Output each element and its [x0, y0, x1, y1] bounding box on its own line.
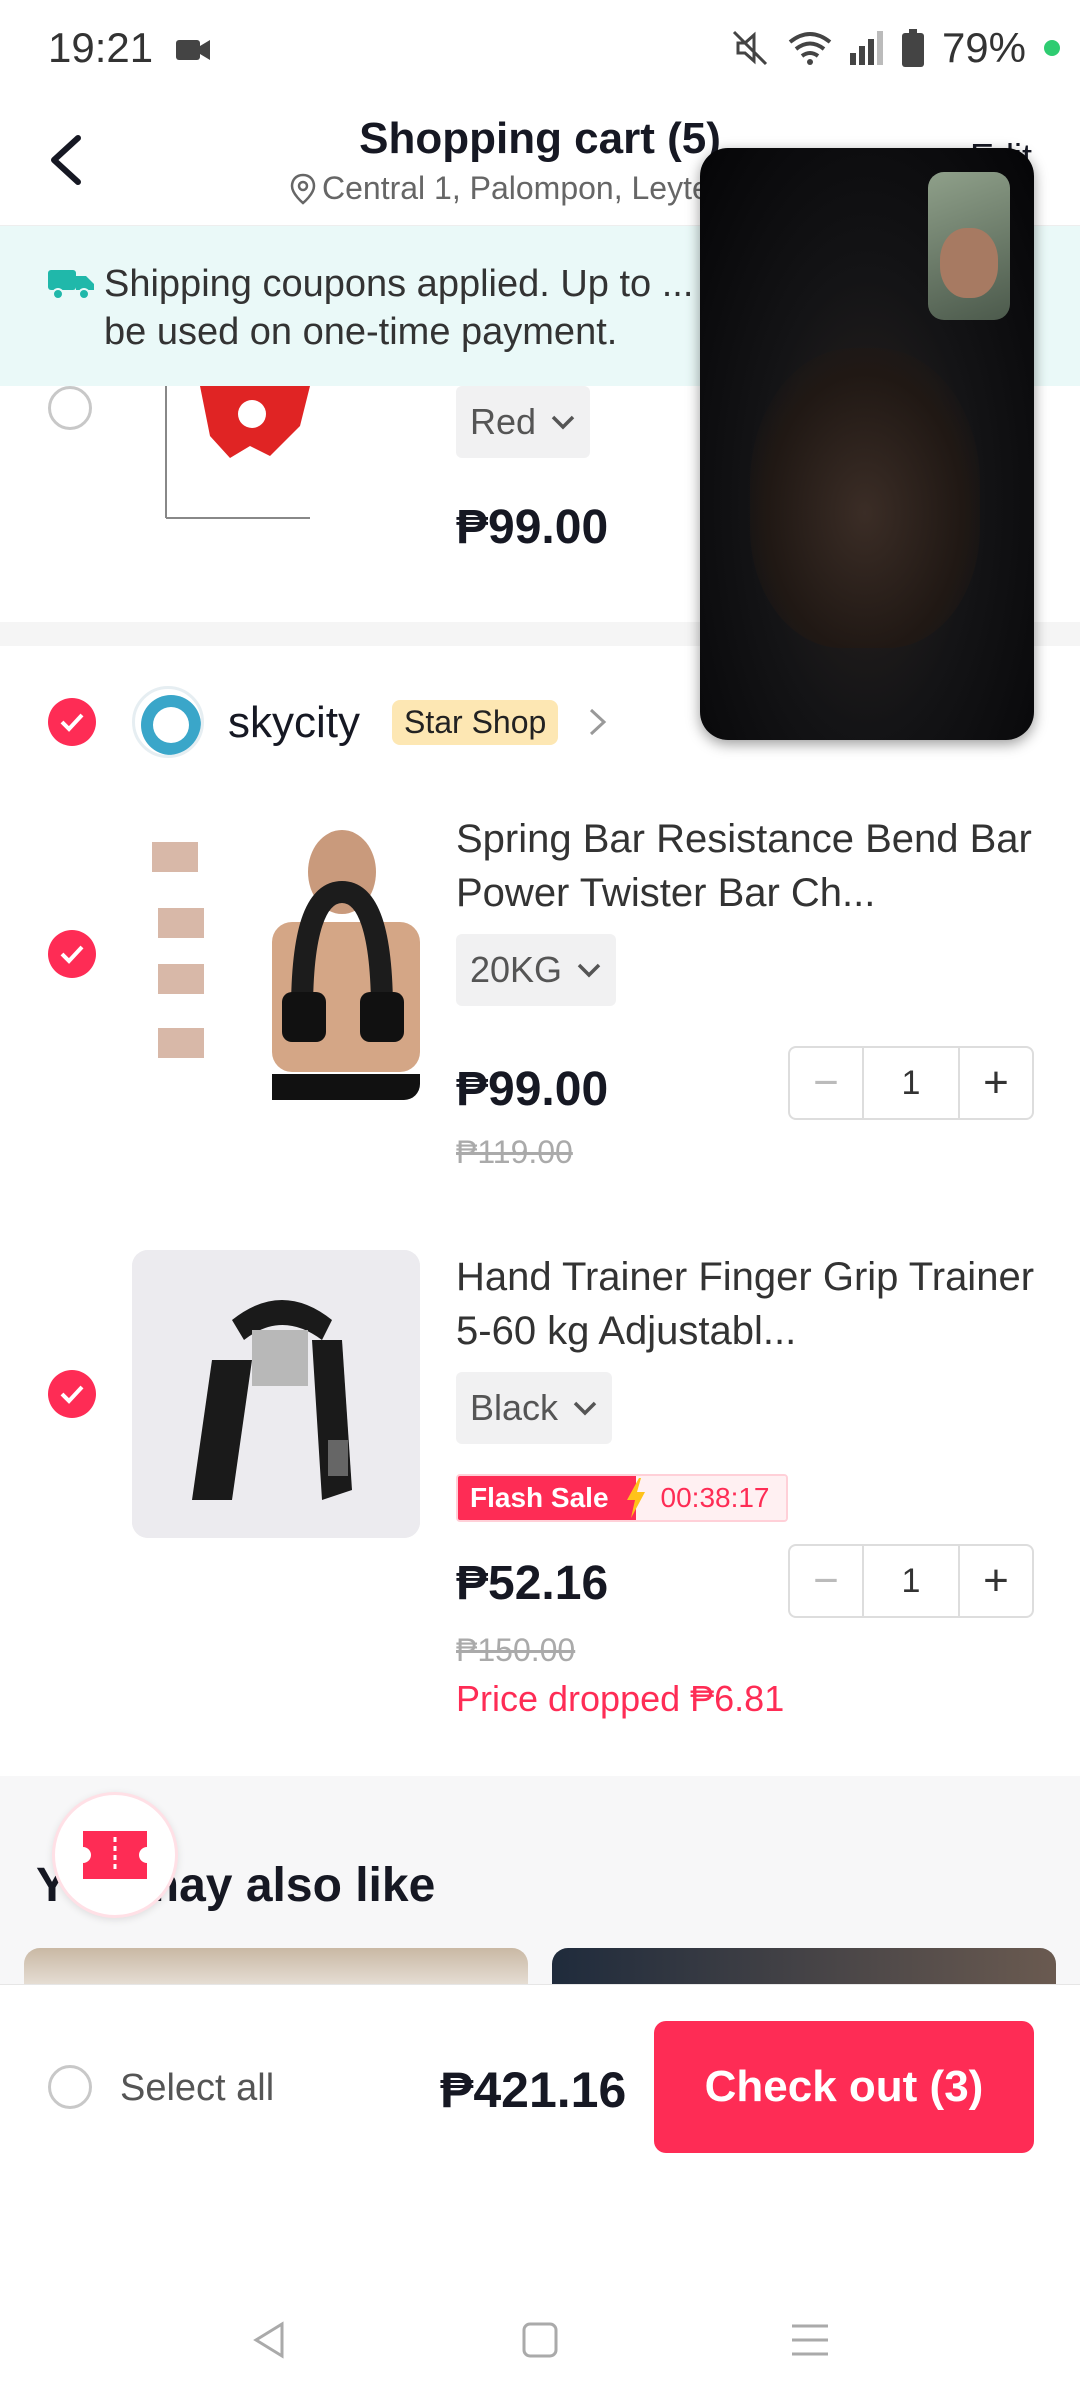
nav-back-icon[interactable] [248, 2318, 292, 2362]
quantity-value[interactable]: 1 [862, 1546, 960, 1616]
shop-logo[interactable] [132, 686, 204, 758]
coupon-floating-button[interactable] [52, 1792, 178, 1918]
item-select-checkbox[interactable] [48, 930, 96, 978]
product-image[interactable] [132, 1250, 420, 1538]
system-navigation-bar [0, 2184, 1080, 2400]
wifi-icon [788, 32, 832, 65]
banner-text: Shipping coupons applied. Up to ... be u… [104, 263, 694, 353]
checkout-bar: Select all ₱421.16 Check out (3) [0, 1984, 1080, 2184]
variant-label: Red [470, 401, 537, 442]
quantity-value[interactable]: 1 [862, 1048, 960, 1118]
signal-icon [849, 31, 883, 65]
product-image[interactable] [132, 812, 420, 1100]
status-bar: 19:21 79% [0, 0, 1080, 100]
decrease-quantity-button[interactable]: − [790, 1546, 862, 1616]
variant-label: 20KG [470, 949, 563, 990]
video-camera-icon [176, 40, 210, 60]
original-price: ₱150.00 [456, 1632, 576, 1668]
variant-selector[interactable]: Black [456, 1372, 613, 1444]
self-video-preview[interactable] [928, 172, 1010, 320]
battery-icon [901, 29, 924, 67]
cart-item: Spring Bar Resistance Bend Bar Power Twi… [0, 812, 1080, 1202]
product-title[interactable]: Hand Trainer Finger Grip Trainer 5-60 kg… [456, 1250, 1036, 1358]
item-price: ₱99.00 [456, 1063, 609, 1116]
cart-item: Hand Trainer Finger Grip Trainer 5-60 kg… [0, 1250, 1080, 1750]
battery-percent: 79% [941, 24, 1026, 71]
item-price: ₱52.16 [456, 1557, 609, 1610]
price-drop-note: Price dropped ₱6.81 [456, 1678, 785, 1719]
hand-grip-product-photo [132, 1250, 420, 1538]
video-call-overlay[interactable] [700, 148, 1034, 740]
variant-selector[interactable]: 20KG [456, 934, 617, 1006]
self-video-face [940, 228, 998, 298]
increase-quantity-button[interactable]: + [960, 1546, 1032, 1616]
shop-select-checkbox[interactable] [48, 698, 96, 746]
flash-sale-label: Flash Sale [458, 1476, 621, 1520]
select-all-checkbox[interactable] [48, 2065, 92, 2109]
remote-video-feed [750, 348, 980, 648]
privacy-indicator-dot [1044, 40, 1060, 56]
spring-bar-product-photo [132, 812, 420, 1100]
item-price: ₱99.00 [456, 501, 609, 554]
product-image[interactable] [160, 386, 340, 524]
item-select-checkbox[interactable] [48, 1370, 96, 1418]
quantity-stepper: − 1 + [788, 1046, 1034, 1120]
delivery-truck-icon [48, 270, 94, 300]
chevron-down-icon [573, 1401, 597, 1416]
star-shop-badge: Star Shop [392, 700, 559, 745]
checkmark-icon [60, 713, 84, 732]
product-title[interactable]: Spring Bar Resistance Bend Bar Power Twi… [456, 812, 1036, 920]
location-pin-icon [290, 173, 316, 205]
chevron-right-icon[interactable] [586, 704, 610, 740]
nav-menu-icon[interactable] [788, 2318, 832, 2362]
recommended-product-card[interactable] [552, 1948, 1056, 1988]
recommended-product-card[interactable] [24, 1948, 528, 1988]
status-time: 19:21 [48, 24, 154, 71]
quantity-stepper: − 1 + [788, 1544, 1034, 1618]
flash-sale-badge: Flash Sale 00:38:17 [456, 1474, 788, 1522]
checkout-button[interactable]: Check out (3) [654, 2021, 1034, 2153]
decrease-quantity-button[interactable]: − [790, 1048, 862, 1118]
cart-total: ₱421.16 [440, 2062, 627, 2118]
item-select-checkbox[interactable] [48, 386, 92, 430]
checkmark-icon [60, 1385, 84, 1404]
status-icons: 79% [730, 24, 1060, 72]
chevron-down-icon [577, 963, 601, 978]
coupon-ticket-icon [83, 1831, 147, 1879]
original-price: ₱119.00 [456, 1134, 573, 1170]
checkmark-icon [60, 945, 84, 964]
variant-selector[interactable]: Red [456, 386, 591, 458]
variant-label: Black [470, 1387, 559, 1428]
select-all-label[interactable]: Select all [120, 2067, 274, 2110]
location-text: Central 1, Palompon, Leyte [322, 170, 710, 206]
shop-name[interactable]: skycity [228, 698, 360, 748]
flash-sale-timer: 00:38:17 [650, 1476, 786, 1520]
mute-icon [732, 30, 767, 66]
delivery-location[interactable]: Central 1, Palompon, Leyte [290, 170, 710, 207]
shop-logo-mark [141, 695, 201, 755]
increase-quantity-button[interactable]: + [960, 1048, 1032, 1118]
nav-home-icon[interactable] [518, 2318, 562, 2362]
chevron-down-icon [551, 415, 575, 430]
lightning-icon [620, 1476, 651, 1520]
